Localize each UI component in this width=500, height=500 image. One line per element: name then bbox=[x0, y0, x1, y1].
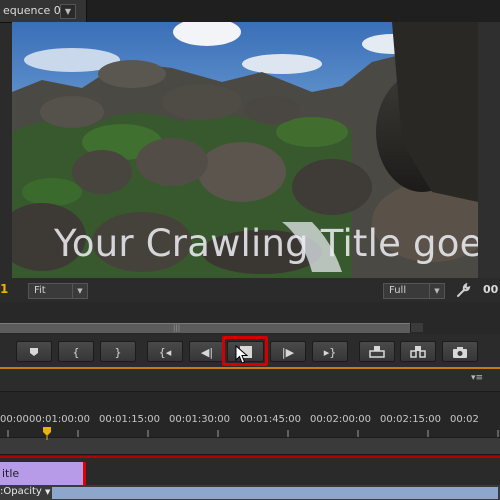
step-back-button[interactable]: ◀| bbox=[189, 341, 225, 362]
brace-right-icon: } bbox=[114, 346, 122, 359]
zoom-scroll-bar[interactable] bbox=[0, 323, 410, 333]
playback-resolution-value: Full bbox=[389, 285, 407, 296]
chevron-down-icon: ▼ bbox=[429, 284, 444, 298]
crawling-title-text: Your Crawling Title goe bbox=[54, 222, 478, 265]
lift-icon bbox=[369, 346, 385, 358]
scroll-grip-icon: ||| bbox=[173, 324, 181, 332]
playhead-icon[interactable] bbox=[42, 426, 52, 440]
ruler-tick-label: 00:02:15:00 bbox=[380, 414, 442, 425]
chevron-down-icon: ▼ bbox=[45, 488, 51, 496]
timeline-header bbox=[0, 369, 500, 392]
zoom-scroll-handle[interactable] bbox=[410, 323, 423, 332]
step-forward-button[interactable]: |▶ bbox=[270, 341, 306, 362]
wrench-icon[interactable] bbox=[455, 282, 471, 298]
extract-button[interactable] bbox=[400, 341, 436, 362]
playhead-timecode[interactable]: 1 bbox=[0, 282, 8, 296]
ruler-tick-label: 00:02 bbox=[450, 414, 479, 425]
opacity-rubber-band[interactable] bbox=[52, 487, 498, 499]
step-forward-icon: |▶ bbox=[281, 346, 295, 359]
extract-icon bbox=[410, 346, 426, 358]
clip-label: itle bbox=[2, 467, 20, 480]
lift-button[interactable] bbox=[359, 341, 395, 362]
go-to-out-icon: ▸} bbox=[323, 346, 337, 359]
chevron-down-icon: ▼ bbox=[72, 284, 87, 298]
export-frame-button[interactable] bbox=[442, 341, 478, 362]
zoom-level-select[interactable]: Fit ▼ bbox=[28, 283, 88, 299]
ruler-tick-label: 00:01:30:00 bbox=[169, 414, 231, 425]
opacity-label: :Opacity bbox=[0, 486, 42, 497]
mouse-cursor-icon bbox=[235, 345, 249, 364]
go-to-out-button[interactable]: ▸} bbox=[312, 341, 348, 362]
ruler-tick-label: 00:02:00:00 bbox=[310, 414, 372, 425]
ruler-tick-label: 00:01:15:00 bbox=[99, 414, 161, 425]
duration-timecode: 00 bbox=[483, 283, 499, 296]
mark-out-button[interactable]: } bbox=[100, 341, 136, 362]
opacity-property-select[interactable]: :Opacity ▼ bbox=[0, 486, 50, 497]
marker-icon bbox=[30, 348, 38, 356]
program-monitor-video: Your Crawling Title goe bbox=[12, 22, 478, 278]
sequence-tab-label: equence 01 bbox=[3, 4, 68, 17]
monitor-edge bbox=[478, 22, 500, 278]
camera-icon bbox=[453, 347, 467, 358]
brace-left-icon: { bbox=[72, 346, 80, 359]
playback-resolution-select[interactable]: Full ▼ bbox=[383, 283, 445, 299]
ruler-tick-label: 00:01:45:00 bbox=[240, 414, 302, 425]
step-back-icon: ◀| bbox=[200, 346, 214, 359]
sequence-tab[interactable]: equence 01 ▼ bbox=[0, 0, 87, 22]
chevron-down-icon[interactable]: ▼ bbox=[60, 4, 76, 19]
ruler-tick-label: 00:01:00:00 bbox=[29, 414, 91, 425]
work-area-bar[interactable] bbox=[0, 437, 500, 455]
panel-menu-icon[interactable]: ▾≡ bbox=[471, 373, 489, 385]
zoom-level-value: Fit bbox=[34, 285, 46, 296]
go-to-in-icon: {◂ bbox=[158, 346, 172, 359]
go-to-in-button[interactable]: {◂ bbox=[147, 341, 183, 362]
add-marker-button[interactable] bbox=[16, 341, 52, 362]
mark-in-button[interactable]: { bbox=[58, 341, 94, 362]
ruler-tick-label: 00:00 bbox=[0, 414, 29, 425]
